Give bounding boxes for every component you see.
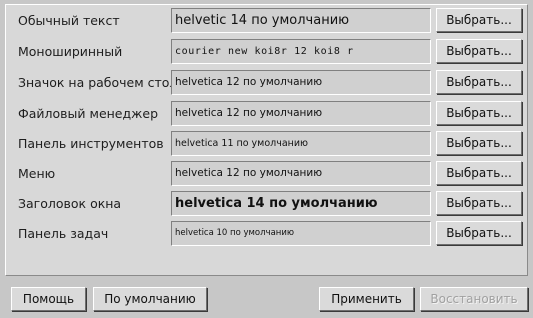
font-row-normal-text: Обычный текст helvetic 14 по умолчанию В… [6, 6, 529, 36]
font-row-label: Панель задач [18, 226, 109, 241]
font-row-label: Заголовок окна [18, 196, 122, 211]
font-row-label: Меню [18, 166, 56, 181]
defaults-button[interactable]: По умолчанию [93, 287, 207, 311]
font-value-field: helvetica 12 по умолчанию [171, 161, 431, 186]
choose-font-button[interactable]: Выбрать... [436, 39, 522, 63]
font-value-text: helvetica 12 по умолчанию [175, 167, 323, 179]
font-value-text: helvetica 10 по умолчанию [175, 228, 295, 238]
font-value-text: helvetica 11 по умолчанию [175, 138, 309, 149]
font-value-field: courier new koi8r 12 koi8 r [171, 39, 431, 64]
font-row-label: Обычный текст [18, 13, 120, 28]
font-value-text: helvetica 12 по умолчанию [175, 76, 323, 88]
choose-font-button[interactable]: Выбрать... [436, 131, 522, 155]
font-row-taskbar: Панель задач helvetica 10 по умолчанию В… [6, 219, 529, 249]
choose-font-button[interactable]: Выбрать... [436, 8, 522, 32]
font-value-field: helvetica 12 по умолчанию [171, 101, 431, 126]
font-row-window-title: Заголовок окна helvetica 14 по умолчанию… [6, 189, 529, 219]
font-list-panel: Обычный текст helvetic 14 по умолчанию В… [5, 4, 528, 276]
font-value-field: helvetica 11 по умолчанию [171, 131, 431, 156]
font-row-menu: Меню helvetica 12 по умолчанию Выбрать..… [6, 159, 529, 189]
font-value-text: courier new koi8r 12 koi8 r [175, 46, 354, 57]
font-row-desktop-icon: Значок на рабочем столе helvetica 12 по … [6, 68, 529, 98]
font-row-label: Файловый менеджер [18, 106, 159, 121]
choose-font-button[interactable]: Выбрать... [436, 161, 522, 185]
help-button[interactable]: Помощь [11, 287, 86, 311]
choose-font-button[interactable]: Выбрать... [436, 221, 522, 245]
font-value-text: helvetica 12 по умолчанию [175, 107, 323, 119]
font-row-toolbar: Панель инструментов helvetica 11 по умол… [6, 129, 529, 159]
font-value-field: helvetic 14 по умолчанию [171, 8, 431, 33]
font-row-file-manager: Файловый менеджер helvetica 12 по умолча… [6, 99, 529, 129]
font-row-label: Панель инструментов [18, 136, 164, 151]
choose-font-button[interactable]: Выбрать... [436, 70, 522, 94]
font-row-monospace: Моноширинный courier new koi8r 12 koi8 r… [6, 37, 529, 67]
apply-button[interactable]: Применить [319, 287, 414, 311]
choose-font-button[interactable]: Выбрать... [436, 101, 522, 125]
revert-button[interactable]: Восстановить [420, 287, 528, 311]
font-value-text: helvetica 14 по умолчанию [175, 196, 378, 211]
font-value-field: helvetica 14 по умолчанию [171, 191, 431, 216]
font-value-field: helvetica 12 по умолчанию [171, 70, 431, 95]
font-value-field: helvetica 10 по умолчанию [171, 221, 431, 246]
font-row-label: Значок на рабочем столе [18, 75, 186, 90]
font-settings-dialog: Обычный текст helvetic 14 по умолчанию В… [0, 0, 533, 318]
font-value-text: helvetic 14 по умолчанию [175, 13, 350, 28]
font-row-label: Моноширинный [18, 44, 123, 59]
choose-font-button[interactable]: Выбрать... [436, 191, 522, 215]
